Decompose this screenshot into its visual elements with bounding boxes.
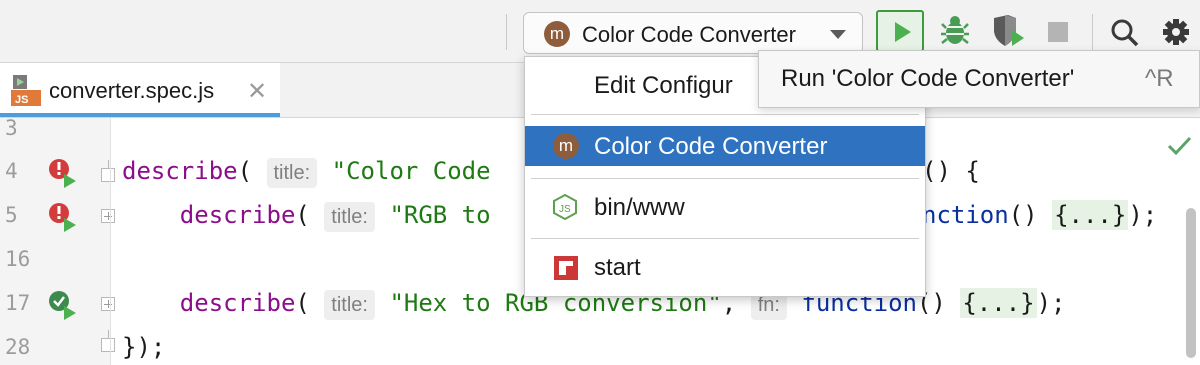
svg-text:JS: JS (15, 94, 28, 106)
menu-separator (531, 114, 919, 115)
settings-button[interactable] (1152, 10, 1200, 52)
shield-run-icon (994, 15, 1024, 46)
folded-block[interactable]: {...} (1052, 200, 1129, 230)
inspections-ok-icon[interactable] (1166, 132, 1194, 160)
line-number: 4 (5, 159, 18, 183)
run-icon (895, 22, 911, 42)
line-number: 28 (5, 335, 31, 359)
fold-toggle-icon[interactable] (101, 330, 115, 352)
tooltip-text: Run 'Color Code Converter' (781, 65, 1075, 92)
menu-separator (531, 238, 919, 239)
code-line-4[interactable]: describe( title: "Color Code() { (122, 153, 980, 189)
code-line-5[interactable]: describe( title: "RGB to nction() {...}); (122, 197, 1157, 233)
menu-separator (531, 178, 919, 179)
gutter-divider (110, 118, 111, 365)
search-icon (1111, 19, 1139, 47)
run-configuration-label: Color Code Converter (582, 22, 796, 47)
search-button[interactable] (1102, 10, 1150, 52)
param-hint: title: (324, 290, 375, 320)
fold-toggle-icon[interactable] (101, 160, 115, 182)
debug-button[interactable] (932, 10, 980, 52)
folded-block[interactable]: {...} (960, 288, 1037, 318)
run-button-tooltip: Run 'Color Code Converter' ^R (758, 50, 1200, 108)
js-test-file-icon: JS (11, 75, 41, 106)
expand-fold-icon[interactable] (101, 209, 115, 223)
stop-icon (1048, 22, 1068, 42)
start-item[interactable]: start (525, 247, 925, 287)
test-failed-run-icon[interactable] (45, 200, 79, 234)
svg-text:JS: JS (559, 204, 571, 215)
param-hint: title: (266, 158, 318, 188)
test-passed-run-icon[interactable] (45, 288, 79, 322)
editor-gutter: 3 4 5 16 17 28 (0, 116, 115, 365)
tab-converter-spec[interactable]: JS converter.spec.js ✕ (0, 63, 280, 117)
code-line-28[interactable]: }); (122, 329, 165, 365)
run-configuration-selector[interactable]: m Color Code Converter (523, 12, 863, 54)
line-number: 16 (5, 247, 31, 271)
config-type-badge-icon: m (544, 21, 570, 47)
expand-fold-icon[interactable] (101, 297, 115, 311)
line-number: 3 (5, 116, 18, 140)
nodejs-icon: JS (553, 193, 577, 221)
line-number: 17 (5, 291, 31, 315)
toolbar-divider (1092, 14, 1093, 50)
bug-icon (941, 16, 969, 44)
gear-icon (1163, 19, 1189, 45)
tooltip-shortcut: ^R (1145, 65, 1174, 92)
vertical-scrollbar[interactable] (1186, 208, 1196, 358)
color-code-converter-item[interactable]: m Color Code Converter (525, 126, 925, 166)
line-number: 5 (5, 203, 18, 227)
run-button[interactable] (876, 10, 924, 52)
bin-www-item[interactable]: JS bin/www (525, 187, 925, 227)
test-failed-run-icon[interactable] (45, 156, 79, 190)
stop-button[interactable] (1036, 10, 1084, 52)
toolbar-divider (506, 14, 507, 50)
param-hint: title: (324, 202, 375, 232)
run-with-coverage-button[interactable] (986, 10, 1034, 52)
chevron-down-icon (830, 30, 846, 39)
config-type-badge-icon: m (553, 133, 579, 159)
tab-filename: converter.spec.js (49, 78, 215, 103)
npm-icon (554, 256, 578, 280)
close-tab-icon[interactable]: ✕ (247, 77, 267, 106)
